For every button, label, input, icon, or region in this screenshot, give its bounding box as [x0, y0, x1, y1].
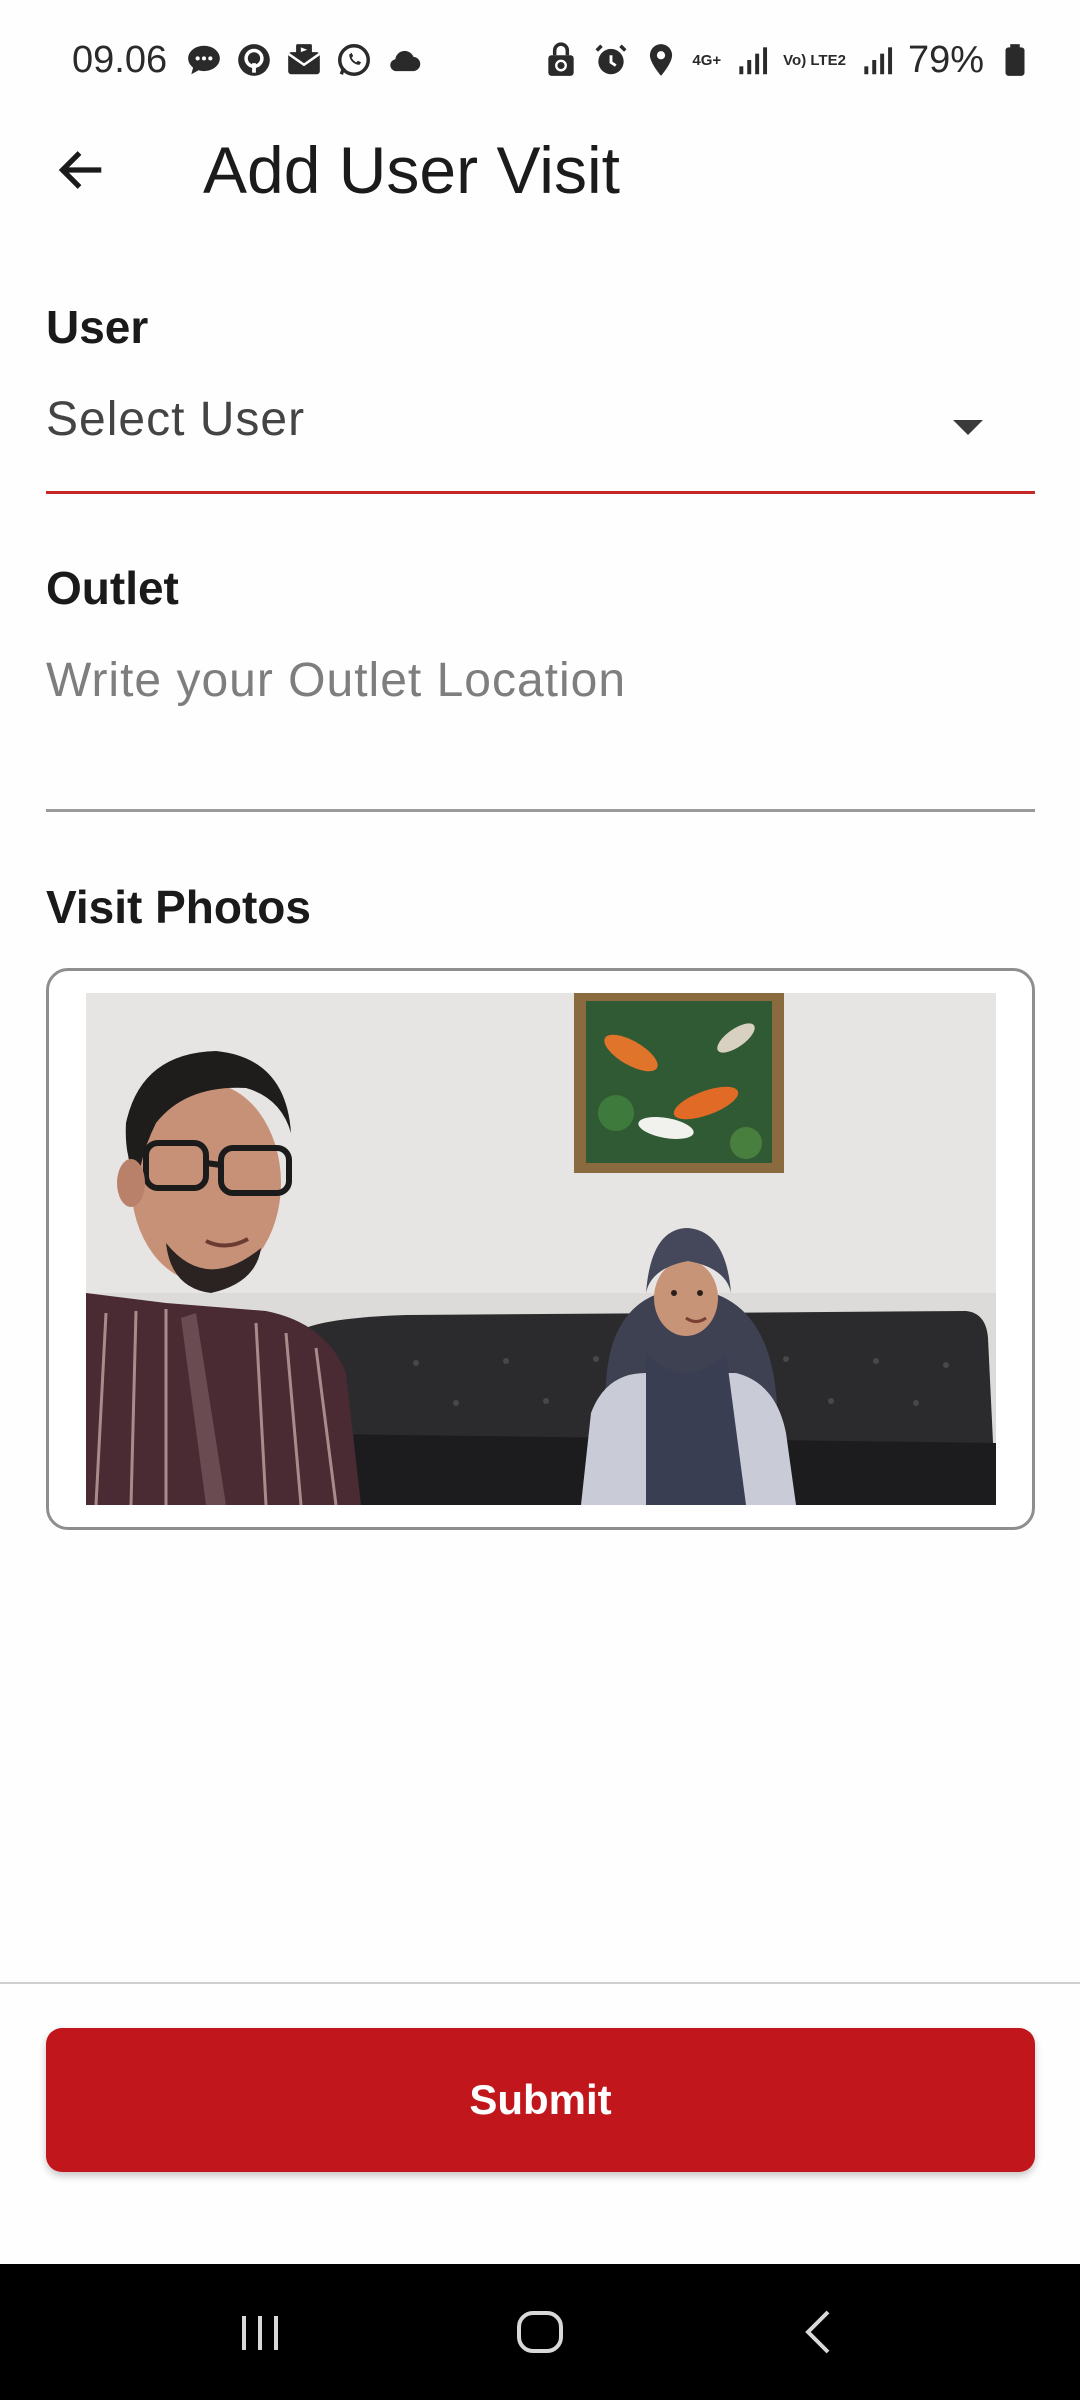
- visit-photos-label: Visit Photos: [46, 881, 311, 933]
- user-select-value: Select User: [46, 393, 306, 446]
- signal-icon: [858, 41, 896, 79]
- status-bar-right: 4G+ Vo) LTE2 79%: [542, 39, 1034, 82]
- submit-button[interactable]: Submit: [46, 2028, 1035, 2172]
- status-time: 09.06: [72, 38, 168, 81]
- back-button[interactable]: [40, 130, 120, 210]
- network-type-lte2: Vo) LTE2: [783, 51, 846, 69]
- outlet-label: Outlet: [46, 562, 179, 614]
- chat-icon: [185, 41, 223, 79]
- dropdown-arrow-icon: [953, 420, 983, 435]
- gallery-mail-icon: [285, 41, 323, 79]
- system-back-button[interactable]: [760, 2282, 880, 2382]
- signal-icon: [733, 41, 771, 79]
- arrow-left-icon: [58, 151, 102, 189]
- visit-photos-box: [46, 968, 1035, 1530]
- bottom-divider: [0, 1982, 1080, 1984]
- app-bar: Add User Visit: [0, 120, 1080, 220]
- recent-apps-button[interactable]: [200, 2282, 320, 2382]
- home-icon: [517, 2311, 563, 2353]
- back-icon: [805, 2310, 830, 2354]
- alarm-icon: [592, 41, 630, 79]
- whatsapp-icon: [335, 41, 373, 79]
- cloud-icon: [385, 41, 423, 79]
- podcast-icon: [235, 41, 273, 79]
- recent-apps-icon: [242, 2316, 278, 2350]
- network-type-4g: 4G+: [692, 51, 722, 69]
- battery-icon: [996, 41, 1034, 79]
- status-bar: 09.06 4G+ Vo) LTE2 79%: [0, 0, 1080, 120]
- screen: 09.06 4G+ Vo) LTE2 79% Add User Visit Us…: [0, 0, 1080, 2400]
- user-label: User: [46, 301, 149, 353]
- location-icon: [642, 41, 680, 79]
- home-button[interactable]: [480, 2282, 600, 2382]
- lock-recycle-icon: [542, 41, 580, 79]
- system-nav-bar: [0, 2264, 1080, 2400]
- user-select[interactable]: Select User: [46, 378, 1035, 494]
- outlet-field: [46, 640, 1035, 812]
- outlet-input[interactable]: [46, 640, 1035, 720]
- battery-percent: 79%: [907, 38, 984, 81]
- visit-photo[interactable]: [86, 993, 996, 1505]
- status-bar-left: 09.06: [72, 39, 423, 82]
- page-title: Add User Visit: [203, 133, 620, 207]
- visit-photo-image: [86, 993, 996, 1505]
